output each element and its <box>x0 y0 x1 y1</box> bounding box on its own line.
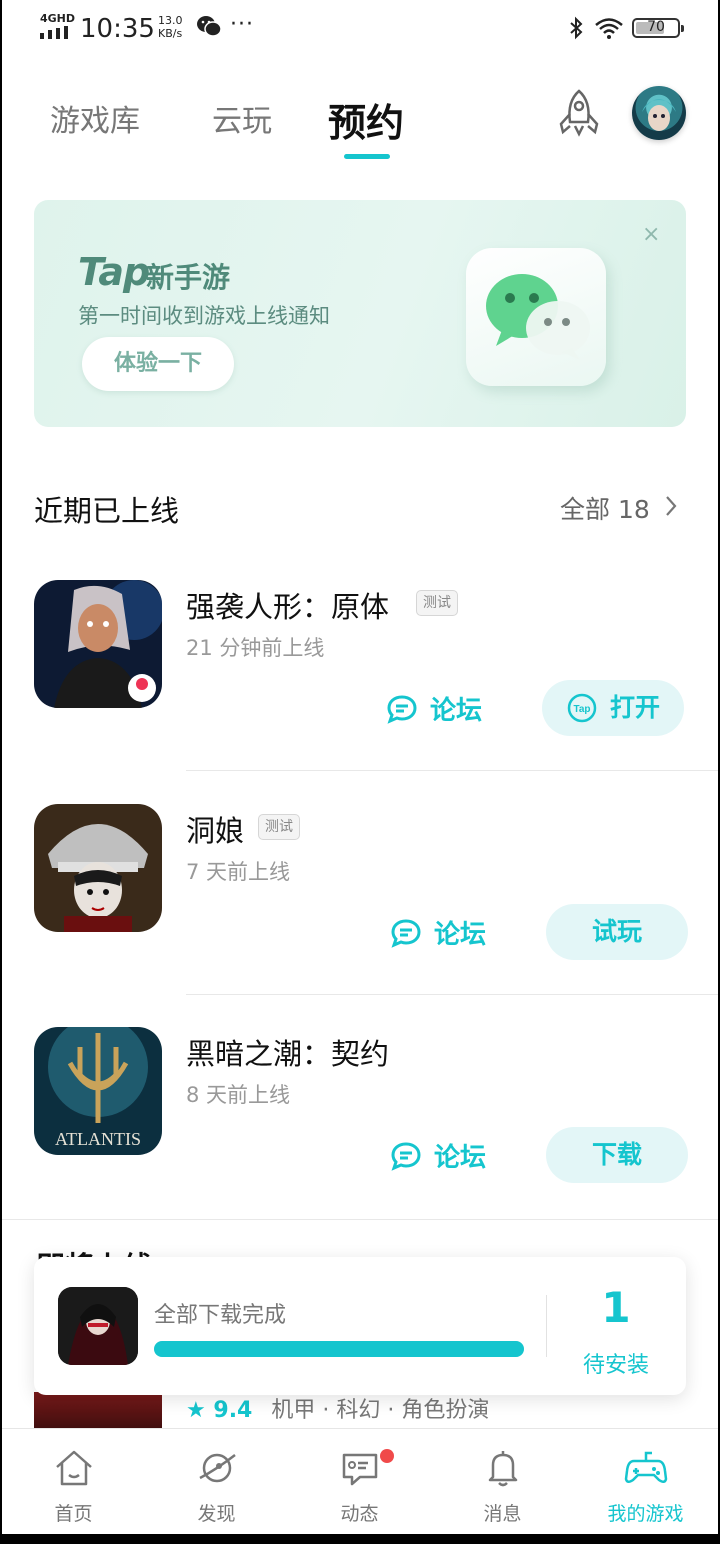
game-icon-mecha[interactable] <box>34 1392 162 1432</box>
game-row[interactable]: ATLANTIS 黑暗之潮：契约 8 天前上线 论坛 下载 <box>2 1027 718 1251</box>
network-type: 4GHD <box>40 12 76 25</box>
forum-label: 论坛 <box>430 696 483 726</box>
game-tags: 机甲 · 科幻 · 角色扮演 <box>271 1398 490 1423</box>
download-status-card[interactable]: 全部下载完成 1 待安装 <box>34 1257 686 1395</box>
nav-discover[interactable]: 发现 <box>145 1429 288 1534</box>
row-divider <box>186 770 718 771</box>
discover-planet-icon <box>199 1453 236 1483</box>
banner-brand-title: 新手游 <box>146 261 231 294</box>
row-divider <box>186 994 718 995</box>
more-notifications-icon: ··· <box>230 12 254 37</box>
nav-my-games[interactable]: 我的游戏 <box>574 1429 717 1534</box>
wechat-icon <box>197 16 222 37</box>
atlantis-logo-text: ATLANTIS <box>55 1129 141 1149</box>
game-art-image <box>34 804 162 932</box>
download-progress-bar <box>154 1341 524 1357</box>
bell-icon <box>488 1451 518 1487</box>
battery-level: 70 <box>647 19 665 35</box>
game-icon-dongniang[interactable] <box>34 804 162 932</box>
game-title[interactable]: 洞娘 <box>186 808 244 850</box>
banner-subtitle: 第一时间收到游戏上线通知 <box>78 304 330 328</box>
game-row[interactable]: 洞娘 测试 7 天前上线 论坛 试玩 <box>2 804 718 1028</box>
pending-install-label[interactable]: 待安装 <box>554 1347 678 1379</box>
status-bar: 4GHD 10:35 13.0 KB/s ··· 70 <box>2 0 718 60</box>
game-icon-atlantis[interactable]: ATLANTIS <box>34 1027 162 1155</box>
view-all-link[interactable]: 全部 18 <box>560 490 650 526</box>
forum-icon <box>387 695 417 724</box>
user-avatar[interactable] <box>632 86 686 140</box>
game-score: 9.4 <box>213 1398 253 1423</box>
launch-time: 7 天前上线 <box>186 860 291 884</box>
game-title[interactable]: 黑暗之潮：契约 <box>186 1031 389 1073</box>
forum-icon <box>391 1142 421 1171</box>
test-badge: 测试 <box>258 814 300 840</box>
tab-cloud-play[interactable]: 云玩 <box>212 96 272 140</box>
pending-install-count[interactable]: 1 <box>554 1283 678 1332</box>
section-divider <box>2 1219 718 1220</box>
tap-logo-icon: Tap <box>567 693 597 723</box>
game-meta: ★ 9.4 机甲 · 科幻 · 角色扮演 <box>186 1392 489 1424</box>
clock: 10:35 <box>80 14 155 44</box>
download-button[interactable]: 下载 <box>546 1127 688 1183</box>
active-tab-indicator <box>344 154 390 159</box>
home-icon <box>56 1450 92 1486</box>
network-speed-value: 13.0 <box>158 14 183 27</box>
battery-icon: 70 <box>632 18 684 38</box>
chevron-right-icon[interactable] <box>664 494 678 518</box>
download-status-text: 全部下载完成 <box>154 1303 287 1328</box>
signal-icon <box>40 26 68 39</box>
wifi-icon <box>595 18 623 39</box>
battery-tip <box>681 25 684 32</box>
gamepad-icon <box>624 1451 668 1483</box>
download-game-thumb <box>58 1287 138 1365</box>
game-icon-qiangxi[interactable] <box>34 580 162 708</box>
trial-play-button[interactable]: 试玩 <box>546 904 688 960</box>
nav-label: 消息 <box>483 1503 522 1525</box>
feed-message-icon <box>342 1453 378 1486</box>
try-it-button[interactable]: 体验一下 <box>82 337 234 391</box>
tab-reservation[interactable]: 预约 <box>328 92 404 147</box>
avatar-portrait-icon <box>642 99 676 131</box>
nav-home[interactable]: 首页 <box>2 1429 145 1534</box>
tab-game-library[interactable]: 游戏库 <box>50 96 140 140</box>
screen: 4GHD 10:35 13.0 KB/s ··· 70 游戏库 云玩 预约 × … <box>2 0 718 1534</box>
star-icon: ★ <box>186 1398 214 1423</box>
open-label: 打开 <box>610 693 661 722</box>
recent-launched-title: 近期已上线 <box>34 494 180 528</box>
game-art-image <box>58 1287 138 1365</box>
bluetooth-icon <box>570 16 583 40</box>
forum-label: 论坛 <box>434 920 487 950</box>
nav-label: 首页 <box>54 1503 93 1525</box>
nav-feed[interactable]: 动态 <box>288 1429 431 1534</box>
banner-close-icon[interactable]: × <box>642 222 660 247</box>
forum-label: 论坛 <box>434 1143 487 1173</box>
bottom-nav: 首页 发现 动态 消息 我的游戏 <box>2 1428 718 1534</box>
wechat-app-icon <box>466 248 606 386</box>
card-divider <box>546 1295 547 1357</box>
game-row[interactable]: 强袭人形：原体 测试 21 分钟前上线 论坛 Tap 打开 <box>2 580 718 804</box>
launch-time: 8 天前上线 <box>186 1083 291 1107</box>
test-badge: 测试 <box>416 590 458 616</box>
nav-label: 发现 <box>197 1503 236 1525</box>
download-progress-fill <box>154 1341 524 1357</box>
network-speed-unit: KB/s <box>158 27 183 40</box>
nav-label: 我的游戏 <box>607 1503 684 1525</box>
banner-brand-logo: Tap <box>78 250 150 294</box>
launch-time: 21 分钟前上线 <box>186 636 325 660</box>
svg-text:Tap: Tap <box>573 704 590 715</box>
notification-badge <box>380 1449 394 1463</box>
rocket-icon[interactable] <box>554 88 604 140</box>
tap-newbie-banner[interactable]: × Tap 新手游 第一时间收到游戏上线通知 体验一下 <box>34 200 686 427</box>
network-speed: 13.0 KB/s <box>158 14 183 40</box>
forum-icon <box>391 919 421 948</box>
game-art-image: ATLANTIS <box>34 1027 162 1155</box>
open-game-button[interactable]: Tap 打开 <box>542 680 684 736</box>
nav-label: 动态 <box>340 1503 379 1525</box>
game-title[interactable]: 强袭人形：原体 <box>186 584 389 626</box>
game-art-image <box>34 580 162 708</box>
nav-messages[interactable]: 消息 <box>431 1429 574 1534</box>
